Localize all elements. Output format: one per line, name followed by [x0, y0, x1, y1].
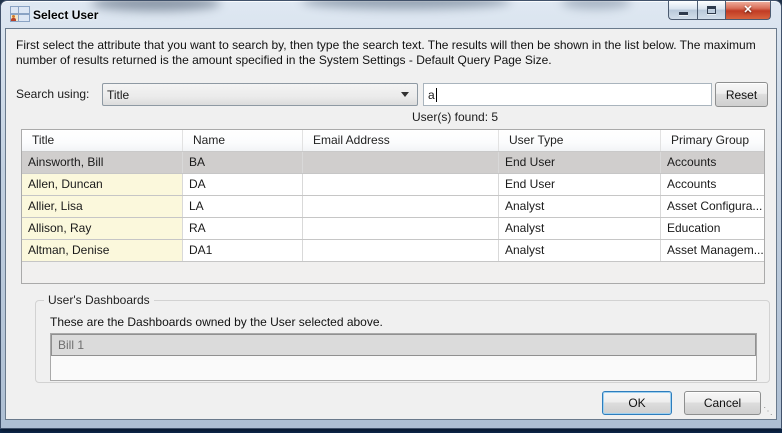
table-row[interactable]: Allison, RayRA AnalystEducation: [22, 218, 764, 240]
search-text-input[interactable]: a: [423, 83, 712, 106]
instructions-text: First select the attribute that you want…: [16, 38, 768, 68]
dashboard-list-item[interactable]: Bill 1: [51, 334, 756, 356]
cell-name[interactable]: LA: [183, 196, 303, 217]
cell-user-type[interactable]: Analyst: [499, 218, 661, 239]
cell-title[interactable]: Ainsworth, Bill: [22, 152, 183, 173]
column-header[interactable]: User Type: [499, 130, 661, 151]
titlebar[interactable]: Select User ✕: [1, 1, 781, 28]
titlebar-glass-blur: [301, 1, 511, 9]
cell-name[interactable]: DA1: [183, 240, 303, 261]
close-icon: ✕: [743, 5, 752, 16]
cell-user-type[interactable]: Analyst: [499, 196, 661, 217]
select-user-icon: [10, 6, 27, 23]
results-table-header: TitleNameEmail AddressUser TypePrimary G…: [22, 130, 764, 152]
column-header[interactable]: Name: [183, 130, 303, 151]
text-caret: [436, 88, 437, 102]
cell-email[interactable]: [303, 240, 499, 261]
users-dashboards-label: User's Dashboards: [44, 293, 154, 307]
select-user-dialog: Select User ✕ First select the attribute…: [0, 0, 782, 429]
minimize-icon: [679, 12, 688, 15]
minimize-button[interactable]: [668, 1, 697, 20]
column-header[interactable]: Primary Group: [661, 130, 764, 151]
cell-user-type[interactable]: Analyst: [499, 240, 661, 261]
maximize-icon: [707, 6, 716, 14]
cell-email[interactable]: [303, 196, 499, 217]
cell-title[interactable]: Allier, Lisa: [22, 196, 183, 217]
cell-primary-group[interactable]: Asset Managem...: [661, 240, 764, 261]
results-table: TitleNameEmail AddressUser TypePrimary G…: [21, 129, 765, 284]
window-title: Select User: [33, 8, 98, 22]
ok-button[interactable]: OK: [602, 391, 672, 415]
cell-email[interactable]: [303, 218, 499, 239]
cell-primary-group[interactable]: Accounts: [661, 152, 764, 173]
chevron-down-icon: [401, 92, 409, 97]
cell-primary-group[interactable]: Education: [661, 218, 764, 239]
search-text-value: a: [428, 88, 435, 102]
dialog-client-area: First select the attribute that you want…: [5, 28, 777, 420]
table-row[interactable]: Altman, DeniseDA1 AnalystAsset Managem...: [22, 240, 764, 262]
table-row[interactable]: Allen, DuncanDA End UserAccounts: [22, 174, 764, 196]
close-button[interactable]: ✕: [726, 1, 771, 20]
resize-grip[interactable]: ⋱: [763, 406, 772, 417]
table-row[interactable]: Ainsworth, BillBA End UserAccounts: [22, 152, 764, 174]
results-table-body: Ainsworth, BillBAEnd UserAccountsAllen, …: [22, 152, 764, 262]
search-using-label: Search using:: [16, 87, 89, 101]
reset-button[interactable]: Reset: [715, 82, 768, 107]
search-attribute-value: Title: [107, 88, 401, 102]
maximize-button[interactable]: [697, 1, 726, 20]
users-dashboards-groupbox: User's Dashboards These are the Dashboar…: [35, 293, 770, 383]
cell-title[interactable]: Allison, Ray: [22, 218, 183, 239]
cell-email[interactable]: [303, 152, 499, 173]
cell-primary-group[interactable]: Accounts: [661, 174, 764, 195]
cell-email[interactable]: [303, 174, 499, 195]
cell-name[interactable]: RA: [183, 218, 303, 239]
cell-name[interactable]: BA: [183, 152, 303, 173]
cell-user-type[interactable]: End User: [499, 174, 661, 195]
column-header[interactable]: Title: [22, 130, 183, 151]
table-row[interactable]: Allier, LisaLA AnalystAsset Configura...: [22, 196, 764, 218]
cancel-button[interactable]: Cancel: [684, 391, 761, 415]
cell-title[interactable]: Altman, Denise: [22, 240, 183, 261]
cell-name[interactable]: DA: [183, 174, 303, 195]
cell-title[interactable]: Allen, Duncan: [22, 174, 183, 195]
titlebar-glass-blur: [561, 1, 631, 9]
titlebar-glass-blur: [91, 1, 221, 11]
dashboards-list[interactable]: Bill 1: [50, 333, 757, 381]
dashboards-description: These are the Dashboards owned by the Us…: [50, 315, 383, 329]
column-header[interactable]: Email Address: [303, 130, 499, 151]
results-count-text: User(s) found: 5: [412, 110, 498, 124]
cell-user-type[interactable]: End User: [499, 152, 661, 173]
cell-primary-group[interactable]: Asset Configura...: [661, 196, 764, 217]
search-attribute-dropdown[interactable]: Title: [102, 83, 418, 106]
